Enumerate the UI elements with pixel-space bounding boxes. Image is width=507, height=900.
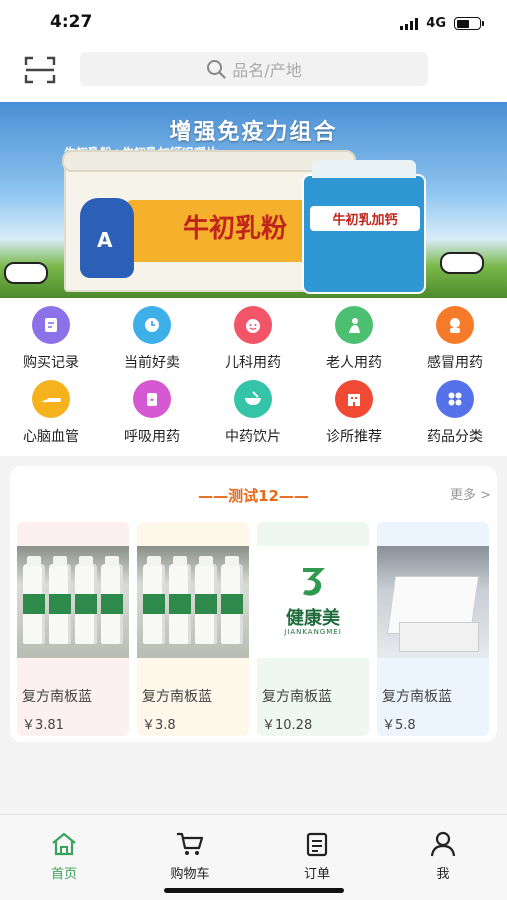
- product-name: 复方南板蓝: [142, 689, 212, 705]
- category-item[interactable]: 感冒用药: [410, 306, 500, 372]
- category-label: 呼吸用药: [124, 429, 180, 445]
- product-image: [377, 546, 489, 658]
- product-name: 复方南板蓝: [382, 689, 452, 705]
- category-label: 感冒用药: [427, 355, 483, 371]
- product-image: [17, 546, 129, 658]
- product-price: ￥5.8: [382, 718, 416, 733]
- tab-home[interactable]: 首页: [24, 831, 104, 882]
- more-link[interactable]: 更多 >: [450, 484, 491, 503]
- category-grid: 购买记录 当前好卖 儿科用药 老人用药 感冒用药心脑血管 呼吸用药 中药饮片 诊所推荐 药品分类: [0, 298, 507, 456]
- network-type: 4G: [426, 16, 446, 31]
- brand-logo-text: 健康美: [286, 608, 340, 629]
- category-item[interactable]: 当前好卖: [107, 306, 197, 372]
- category-label: 老人用药: [326, 355, 382, 371]
- category-item[interactable]: 药品分类: [410, 380, 500, 446]
- category-item[interactable]: 儿科用药: [208, 306, 298, 372]
- hero-mascot-icon: [80, 198, 134, 278]
- product-card[interactable]: 复方南板蓝 ￥3.8: [137, 522, 249, 736]
- tab-cart[interactable]: 购物车: [150, 831, 230, 882]
- order-icon: [277, 831, 357, 861]
- product-price: ￥3.8: [142, 718, 176, 733]
- product-small-label: 牛初乳加钙: [310, 206, 420, 231]
- scan-icon: [24, 56, 56, 84]
- home-icon: [24, 831, 104, 861]
- heart-vessel-icon: [32, 380, 70, 418]
- tab-label: 我: [436, 867, 450, 882]
- status-time: 4:27: [50, 12, 93, 32]
- status-indicators: 4G: [400, 16, 484, 31]
- user-icon: [403, 831, 483, 861]
- tab-order[interactable]: 订单: [277, 831, 357, 882]
- category-label: 当前好卖: [124, 355, 180, 371]
- category-label: 药品分类: [427, 429, 483, 445]
- product-price: ￥3.81: [22, 718, 64, 733]
- category-label: 儿科用药: [225, 355, 281, 371]
- promo-banner[interactable]: 增强免疫力组合 牛初乳粉+牛初乳加钙咀嚼片 牛初乳粉 牛初乳加钙: [0, 102, 507, 298]
- category-item[interactable]: 中药饮片: [208, 380, 298, 446]
- respiratory-icon: [133, 380, 171, 418]
- product-image: 健康美 JIANKANGMEI: [257, 546, 369, 658]
- category-label: 购买记录: [23, 355, 79, 371]
- status-bar: 4:27 4G: [0, 0, 507, 46]
- category-label: 中药饮片: [225, 429, 281, 445]
- grid-icon: [436, 380, 474, 418]
- banner-title: 增强免疫力组合: [169, 120, 338, 145]
- tab-label: 订单: [303, 867, 330, 882]
- cow-illustration: [440, 252, 484, 274]
- cart-icon: [150, 831, 230, 861]
- clinic-icon: [335, 380, 373, 418]
- tab-label: 购物车: [170, 867, 210, 882]
- elder-icon: [335, 306, 373, 344]
- category-label: 诊所推荐: [326, 429, 382, 445]
- clock-icon: [133, 306, 171, 344]
- product-section: ——测试12—— 更多 > 复方南板蓝 ￥3.81 复方南板蓝 ￥3.8 健康美 JIAN…: [10, 466, 497, 742]
- category-item[interactable]: 老人用药: [309, 306, 399, 372]
- category-item[interactable]: 心脑血管: [6, 380, 96, 446]
- home-indicator: [164, 888, 344, 893]
- search-icon: [207, 60, 226, 79]
- child-face-icon: [234, 306, 272, 344]
- scan-button[interactable]: [24, 56, 56, 84]
- tab-user[interactable]: 我: [403, 831, 483, 882]
- product-name: 复方南板蓝: [262, 689, 332, 705]
- battery-icon: [454, 17, 484, 30]
- category-item[interactable]: 呼吸用药: [107, 380, 197, 446]
- product-card[interactable]: 复方南板蓝 ￥5.8: [377, 522, 489, 736]
- signal-icon: [400, 17, 419, 30]
- product-card[interactable]: 复方南板蓝 ￥3.81: [17, 522, 129, 736]
- search-placeholder: 品名/产地: [232, 61, 302, 80]
- product-image: [137, 546, 249, 658]
- cow-illustration: [4, 262, 48, 284]
- tab-label: 首页: [50, 867, 77, 882]
- calcium-tablet-bottle: 牛初乳加钙: [302, 160, 426, 294]
- product-price: ￥10.28: [262, 718, 313, 733]
- product-card[interactable]: 健康美 JIANKANGMEI 复方南板蓝 ￥10.28: [257, 522, 369, 736]
- receipt-icon: [32, 306, 70, 344]
- search-header: 品名/产地: [0, 46, 507, 102]
- product-name: 复方南板蓝: [22, 689, 92, 705]
- category-item[interactable]: 购买记录: [6, 306, 96, 372]
- category-label: 心脑血管: [23, 429, 79, 445]
- brand-logo-subtext: JIANKANGMEI: [284, 628, 342, 636]
- brand-logo-icon: [303, 568, 325, 596]
- herbal-bowl-icon: [234, 380, 272, 418]
- cold-icon: [436, 306, 474, 344]
- section-title: ——测试12——: [198, 487, 309, 505]
- search-input[interactable]: 品名/产地: [80, 52, 428, 86]
- category-item[interactable]: 诊所推荐: [309, 380, 399, 446]
